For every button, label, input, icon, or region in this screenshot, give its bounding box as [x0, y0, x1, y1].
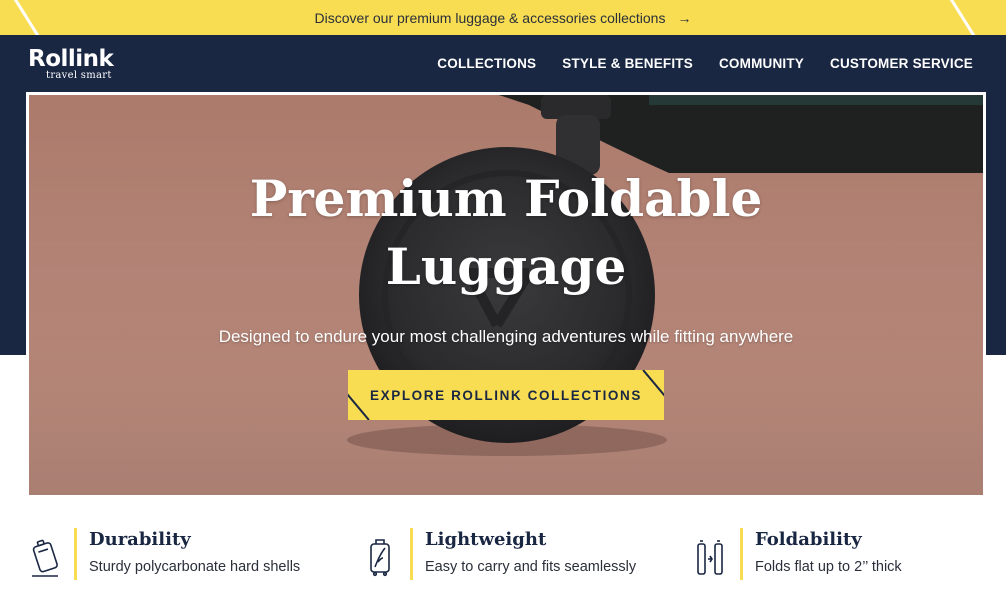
logo-tagline: travel smart: [46, 70, 112, 81]
feature-text: Durability Sturdy polycarbonate hard she…: [89, 528, 300, 575]
suitcase-tilted-icon: [32, 539, 58, 577]
feature-title: Durability: [89, 529, 191, 550]
feature-title: Foldability: [755, 529, 862, 550]
explore-collections-button[interactable]: EXPLORE ROLLINK COLLECTIONS: [348, 370, 664, 420]
feature-divider: [74, 528, 77, 580]
feature-durability: Durability Sturdy polycarbonate hard she…: [28, 528, 300, 580]
decorative-stripe: [948, 0, 979, 35]
explore-collections-label: EXPLORE ROLLINK COLLECTIONS: [370, 387, 642, 403]
feature-divider: [740, 528, 743, 580]
feature-foldability: Foldability Folds flat up to 2’’ thick: [694, 528, 902, 580]
feature-divider: [410, 528, 413, 580]
nav-item-community[interactable]: COMMUNITY: [719, 56, 804, 71]
logo-name: Rollink: [28, 46, 114, 72]
button-stripe-decoration: [642, 370, 664, 397]
button-stripe-decoration: [348, 393, 370, 420]
feature-lightweight: Lightweight Easy to carry and fits seaml…: [364, 528, 636, 580]
feature-text: Foldability Folds flat up to 2’’ thick: [755, 528, 902, 575]
suitcase-feather-icon: [370, 539, 390, 577]
nav-item-style-benefits[interactable]: STYLE & BENEFITS: [562, 56, 693, 71]
features-strip: Durability Sturdy polycarbonate hard she…: [0, 520, 1006, 591]
feature-description: Sturdy polycarbonate hard shells: [89, 559, 301, 575]
feature-description: Folds flat up to 2’’ thick: [755, 559, 902, 575]
feature-text: Lightweight Easy to carry and fits seaml…: [425, 528, 636, 575]
folding-suitcase-icon: [697, 540, 723, 575]
nav-item-customer-service[interactable]: CUSTOMER SERVICE: [830, 56, 973, 71]
hero-title: Premium Foldable Luggage: [249, 169, 763, 296]
announcement-link[interactable]: Discover our premium luggage & accessori…: [315, 10, 692, 26]
arrow-right-icon: →: [677, 9, 692, 26]
feature-description: Easy to carry and fits seamlessly: [425, 559, 637, 575]
logo[interactable]: Rollink travel smart: [28, 46, 114, 81]
hero-content: Premium Foldable Luggage Designed to end…: [29, 95, 983, 495]
announcement-bar: Discover our premium luggage & accessori…: [0, 0, 1006, 35]
announcement-text: Discover our premium luggage & accessori…: [314, 9, 666, 26]
hero-banner: Premium Foldable Luggage Designed to end…: [26, 92, 986, 498]
decorative-stripe: [12, 0, 43, 35]
hero-subtitle: Designed to endure your most challenging…: [218, 327, 794, 346]
main-nav: COLLECTIONS STYLE & BENEFITS COMMUNITY C…: [437, 56, 973, 71]
feature-title: Lightweight: [425, 529, 547, 550]
nav-item-collections[interactable]: COLLECTIONS: [437, 56, 536, 71]
